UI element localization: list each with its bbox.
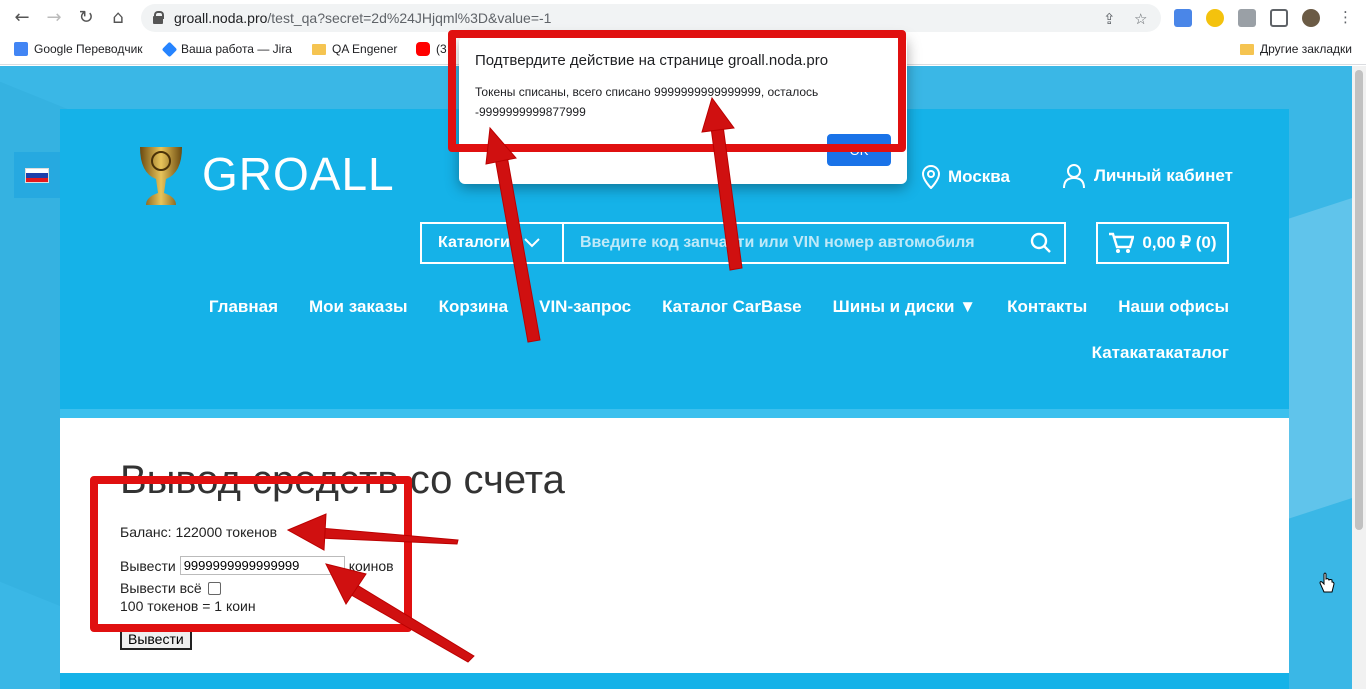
dialog-message-line: Токены списаны, всего списано 9999999999… bbox=[475, 85, 819, 99]
dialog-message-line: -9999999999877999 bbox=[475, 105, 586, 119]
url-text: groall.noda.pro/test_qa?secret=2d%24JHjq… bbox=[174, 10, 552, 26]
menu-item-home[interactable]: Главная bbox=[209, 297, 278, 317]
bookmark-label: Google Переводчик bbox=[34, 42, 143, 56]
menu-item-contacts[interactable]: Контакты bbox=[1007, 297, 1087, 317]
page-title: Вывод средств со счета bbox=[120, 458, 565, 502]
cart-total: 0,00 ₽ (0) bbox=[1142, 233, 1217, 252]
address-bar[interactable]: groall.noda.pro/test_qa?secret=2d%24JHjq… bbox=[141, 4, 1161, 32]
jira-icon bbox=[161, 41, 178, 57]
coins-unit-label: коинов bbox=[348, 557, 394, 574]
home-icon[interactable]: ⌂ bbox=[108, 8, 128, 28]
personal-cabinet-link[interactable]: Личный кабинет bbox=[1062, 163, 1233, 189]
folder-icon bbox=[1240, 43, 1254, 55]
puzzle-icon[interactable] bbox=[1238, 9, 1256, 27]
menu-item-vin[interactable]: VIN-запрос bbox=[539, 297, 631, 317]
location-pin-icon bbox=[922, 165, 940, 189]
menu-item-catalog[interactable]: Катакатакаталог bbox=[1092, 343, 1229, 363]
chevron-down-icon bbox=[524, 238, 540, 248]
profile-avatar[interactable] bbox=[1302, 9, 1320, 27]
bookmark-item[interactable]: QA Engener bbox=[312, 42, 397, 56]
user-icon bbox=[1063, 164, 1085, 189]
other-bookmarks[interactable]: Другие закладки bbox=[1240, 42, 1352, 56]
bookmark-label: (3 bbox=[436, 42, 447, 56]
catalogs-label: Каталоги bbox=[438, 234, 510, 251]
menu-dots-icon[interactable]: ⋮ bbox=[1338, 8, 1353, 26]
bookmark-star-icon[interactable]: ☆ bbox=[1134, 10, 1147, 28]
bookmark-item[interactable]: Ваша работа — Jira bbox=[161, 41, 292, 57]
withdraw-submit-button[interactable]: Вывести bbox=[120, 628, 192, 650]
balance-text: Баланс: 122000 токенов bbox=[120, 524, 278, 540]
city-selector[interactable]: Москва bbox=[922, 165, 1010, 189]
exchange-rate-text: 100 токенов = 1 коин bbox=[120, 598, 256, 614]
language-switcher[interactable] bbox=[14, 152, 60, 198]
forward-icon[interactable]: → bbox=[44, 8, 64, 28]
cabinet-label: Личный кабинет bbox=[1094, 166, 1233, 185]
bookmark-label: QA Engener bbox=[332, 42, 398, 56]
chalice-logo-icon[interactable] bbox=[136, 143, 186, 211]
menu-item-cart[interactable]: Корзина bbox=[439, 297, 509, 317]
menu-item-orders[interactable]: Мои заказы bbox=[309, 297, 408, 317]
side-panel-icon[interactable] bbox=[1270, 9, 1288, 27]
search-bar: Каталоги bbox=[420, 222, 1066, 264]
site-logo-text[interactable]: GROALL bbox=[202, 147, 395, 201]
withdraw-all-checkbox[interactable] bbox=[207, 581, 221, 595]
folder-icon bbox=[312, 43, 326, 55]
bookmark-item[interactable]: (3 bbox=[416, 42, 447, 56]
reload-icon[interactable]: ↻ bbox=[76, 8, 96, 28]
browser-toolbar: ← → ↻ ⌂ groall.noda.pro/test_qa?secret=2… bbox=[0, 0, 1366, 36]
footer-strip bbox=[60, 673, 1289, 689]
translate-extension-icon[interactable] bbox=[1174, 9, 1192, 27]
withdraw-row: Вывести коинов bbox=[120, 556, 394, 575]
withdraw-label: Вывести bbox=[120, 557, 176, 574]
withdraw-section: Вывод средств со счета Баланс: 122000 то… bbox=[60, 418, 1289, 689]
part-search-input[interactable] bbox=[564, 224, 1020, 262]
google-translate-icon bbox=[14, 42, 28, 56]
city-label: Москва bbox=[948, 167, 1010, 186]
withdraw-amount-input[interactable] bbox=[179, 556, 345, 575]
catalogs-dropdown[interactable]: Каталоги bbox=[422, 224, 564, 262]
share-icon[interactable]: ⇪ bbox=[1103, 10, 1116, 28]
russia-flag-icon bbox=[25, 168, 49, 183]
cart-icon bbox=[1109, 232, 1135, 253]
extension-icon[interactable] bbox=[1206, 9, 1224, 27]
menu-item-tires[interactable]: Шины и диски ▼ bbox=[833, 297, 976, 317]
search-icon[interactable] bbox=[1020, 224, 1064, 262]
menu-item-offices[interactable]: Наши офисы bbox=[1118, 297, 1229, 317]
bookmark-item[interactable]: Google Переводчик bbox=[14, 42, 143, 56]
dialog-ok-button[interactable]: OK bbox=[827, 134, 891, 166]
main-menu: Главная Мои заказы Корзина VIN-запрос Ка… bbox=[60, 297, 1229, 317]
dialog-message: Токены списаны, всего списано 9999999999… bbox=[475, 82, 875, 122]
header-divider bbox=[60, 409, 1289, 418]
bookmark-label: Ваша работа — Jira bbox=[181, 42, 292, 56]
bookmark-label: Другие закладки bbox=[1260, 42, 1352, 56]
dialog-title: Подтвердите действие на странице groall.… bbox=[475, 52, 829, 69]
scrollbar-thumb[interactable] bbox=[1355, 70, 1363, 530]
withdraw-all-row: Вывести всё bbox=[120, 580, 221, 596]
cart-button[interactable]: 0,00 ₽ (0) bbox=[1096, 222, 1229, 264]
hand-cursor-icon bbox=[1319, 572, 1335, 593]
menu-item-carbase[interactable]: Каталог CarBase bbox=[662, 297, 802, 317]
lock-icon bbox=[153, 11, 164, 24]
youtube-icon bbox=[416, 42, 430, 56]
withdraw-all-label: Вывести всё bbox=[120, 580, 202, 596]
back-icon[interactable]: ← bbox=[12, 8, 32, 28]
confirm-dialog: Подтвердите действие на странице groall.… bbox=[459, 36, 907, 184]
page-scrollbar[interactable] bbox=[1352, 66, 1366, 689]
